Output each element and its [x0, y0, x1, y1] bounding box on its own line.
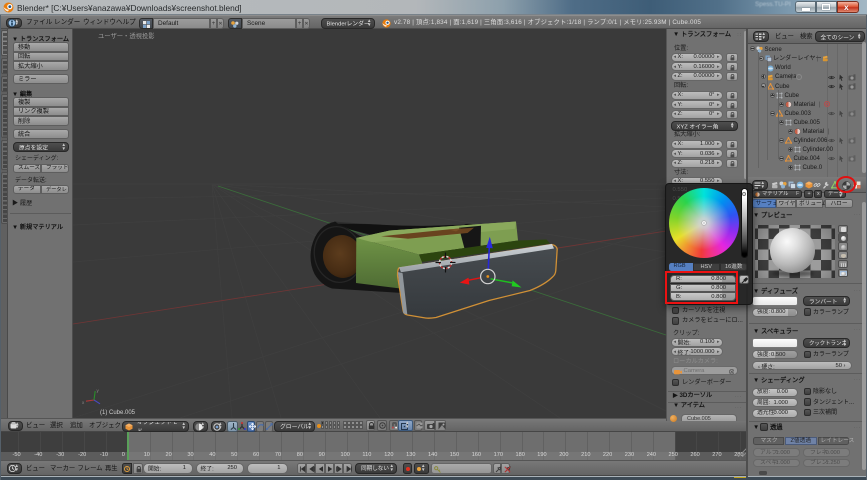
svg-text:(1) Cube.005: (1) Cube.005 [100, 410, 136, 416]
svg-text:ユーザー・透視投影: ユーザー・透視投影 [98, 31, 155, 40]
